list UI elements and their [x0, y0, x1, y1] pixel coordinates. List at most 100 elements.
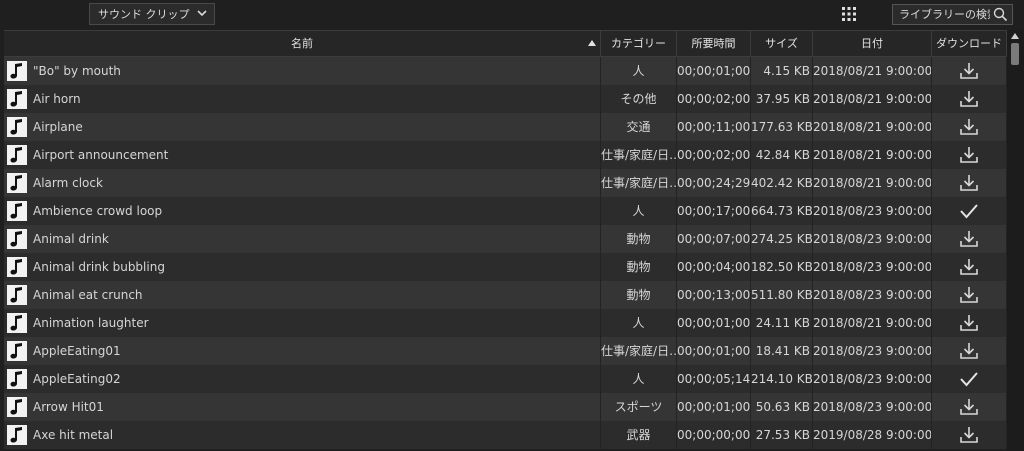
- cell-size: 4.15 KB: [751, 57, 813, 85]
- clip-name: Animal eat crunch: [33, 288, 143, 302]
- column-header-date[interactable]: 日付: [813, 31, 932, 56]
- table-rows: "Bo" by mouth 人 00;00;01;00 4.15 KB 2018/08/…: [4, 57, 1007, 449]
- cell-duration: 00;00;13;00: [677, 281, 751, 309]
- music-note-icon: [7, 89, 27, 109]
- cell-download: [932, 365, 1007, 393]
- cell-category: 交通: [601, 113, 677, 141]
- clip-name: Ambience crowd loop: [33, 204, 163, 218]
- grid-dots-icon[interactable]: [840, 6, 858, 22]
- download-icon[interactable]: [959, 62, 979, 80]
- download-icon[interactable]: [959, 230, 979, 248]
- table-row[interactable]: Arrow Hit01 スポーツ 00;00;01;00 50.63 KB 2018/0…: [4, 393, 1007, 421]
- cell-name: Airplane: [4, 113, 601, 141]
- clip-name: Animal drink: [33, 232, 109, 246]
- cell-size: 664.73 KB: [751, 197, 813, 225]
- column-header-duration-label: 所要時間: [691, 37, 736, 50]
- cell-download: [932, 421, 1007, 449]
- download-icon[interactable]: [959, 258, 979, 276]
- table-row[interactable]: Animation laughter 人 00;00;01;00 24.11 KB 20…: [4, 309, 1007, 337]
- cell-download: [932, 281, 1007, 309]
- clip-name: "Bo" by mouth: [33, 64, 121, 78]
- scrollbar-thumb[interactable]: [1011, 43, 1019, 65]
- cell-download: [932, 337, 1007, 365]
- category-dropdown[interactable]: サウンド クリップ: [89, 3, 215, 25]
- table-row[interactable]: Alarm clock 仕事/家庭/日… 00;00;24;29 402.42 KB 2…: [4, 169, 1007, 197]
- clip-name: Axe hit metal: [33, 428, 114, 442]
- download-icon[interactable]: [959, 398, 979, 416]
- cell-download: [932, 113, 1007, 141]
- cell-name: AppleEating02: [4, 365, 601, 393]
- cell-name: Alarm clock: [4, 169, 601, 197]
- table-row[interactable]: Ambience crowd loop 人 00;00;17;00 664.73 KB…: [4, 197, 1007, 225]
- cell-name: "Bo" by mouth: [4, 57, 601, 85]
- cell-date: 2018/08/23 9:00:00: [813, 337, 932, 365]
- download-icon[interactable]: [959, 314, 979, 332]
- download-icon[interactable]: [959, 90, 979, 108]
- clip-name: Airport announcement: [33, 148, 169, 162]
- table-row[interactable]: Axe hit metal 武器 00;00;00;00 27.53 KB 2019/0…: [4, 421, 1007, 449]
- cell-duration: 00;00;04;00: [677, 253, 751, 281]
- music-note-icon: [7, 145, 27, 165]
- checkmark-icon: [959, 370, 979, 388]
- table-row[interactable]: "Bo" by mouth 人 00;00;01;00 4.15 KB 2018/08/…: [4, 57, 1007, 85]
- table-row[interactable]: Animal drink 動物 00;00;07;00 274.25 KB 2018/0…: [4, 225, 1007, 253]
- music-note-icon: [7, 397, 27, 417]
- table-row[interactable]: Animal drink bubbling 動物 00;00;04;00 182.50…: [4, 253, 1007, 281]
- cell-duration: 00;00;11;00: [677, 113, 751, 141]
- cell-category: 動物: [601, 225, 677, 253]
- table-row[interactable]: Airplane 交通 00;00;11;00 177.63 KB 2018/08/21…: [4, 113, 1007, 141]
- cell-size: 18.41 KB: [751, 337, 813, 365]
- cell-name: Animal drink bubbling: [4, 253, 601, 281]
- column-header-duration[interactable]: 所要時間: [677, 31, 751, 56]
- download-icon[interactable]: [959, 118, 979, 136]
- cell-category: その他: [601, 85, 677, 113]
- category-dropdown-label: サウンド クリップ: [98, 8, 190, 21]
- cell-date: 2018/08/23 9:00:00: [813, 365, 932, 393]
- cell-name: Airport announcement: [4, 141, 601, 169]
- cell-size: 24.11 KB: [751, 309, 813, 337]
- cell-size: 402.42 KB: [751, 169, 813, 197]
- cell-category: 人: [601, 309, 677, 337]
- column-header-name[interactable]: 名前: [4, 31, 601, 56]
- cell-name: Ambience crowd loop: [4, 197, 601, 225]
- column-header-size[interactable]: サイズ: [751, 31, 813, 56]
- cell-size: 274.25 KB: [751, 225, 813, 253]
- table-row[interactable]: Animal eat crunch 動物 00;00;13;00 511.80 KB 2…: [4, 281, 1007, 309]
- cell-size: 177.63 KB: [751, 113, 813, 141]
- cell-date: 2018/08/21 9:00:00: [813, 113, 932, 141]
- cell-download: [932, 197, 1007, 225]
- cell-date: 2018/08/21 9:00:00: [813, 85, 932, 113]
- music-note-icon: [7, 257, 27, 277]
- download-icon[interactable]: [959, 174, 979, 192]
- cell-name: Animation laughter: [4, 309, 601, 337]
- table-row[interactable]: Air horn その他 00;00;02;00 37.95 KB 2018/08/21…: [4, 85, 1007, 113]
- table-row[interactable]: Airport announcement 仕事/家庭/日… 00;00;02;00 4…: [4, 141, 1007, 169]
- cell-duration: 00;00;00;00: [677, 421, 751, 449]
- music-note-icon: [7, 369, 27, 389]
- cell-date: 2018/08/21 9:00:00: [813, 141, 932, 169]
- column-header-download[interactable]: ダウンロード: [932, 31, 1007, 56]
- search-icon[interactable]: [993, 7, 1008, 22]
- cell-category: 武器: [601, 421, 677, 449]
- scroll-up-icon[interactable]: [1011, 33, 1019, 39]
- table-row[interactable]: AppleEating02 人 00;00;05;14 214.10 KB 2018/0…: [4, 365, 1007, 393]
- cell-download: [932, 169, 1007, 197]
- table-row[interactable]: AppleEating01 仕事/家庭/日… 00;00;01;00 18.41 KB…: [4, 337, 1007, 365]
- cell-download: [932, 393, 1007, 421]
- cell-duration: 00;00;24;29: [677, 169, 751, 197]
- cell-size: 214.10 KB: [751, 365, 813, 393]
- cell-download: [932, 309, 1007, 337]
- cell-name: Animal eat crunch: [4, 281, 601, 309]
- download-icon[interactable]: [959, 286, 979, 304]
- cell-duration: 00;00;01;00: [677, 57, 751, 85]
- cell-category: 人: [601, 197, 677, 225]
- music-note-icon: [7, 61, 27, 81]
- cell-category: 動物: [601, 281, 677, 309]
- download-icon[interactable]: [959, 426, 979, 444]
- download-icon[interactable]: [959, 146, 979, 164]
- vertical-scrollbar[interactable]: [1007, 30, 1024, 451]
- music-note-icon: [7, 425, 27, 445]
- column-header-category[interactable]: カテゴリー: [601, 31, 677, 56]
- clip-name: AppleEating01: [33, 344, 121, 358]
- download-icon[interactable]: [959, 342, 979, 360]
